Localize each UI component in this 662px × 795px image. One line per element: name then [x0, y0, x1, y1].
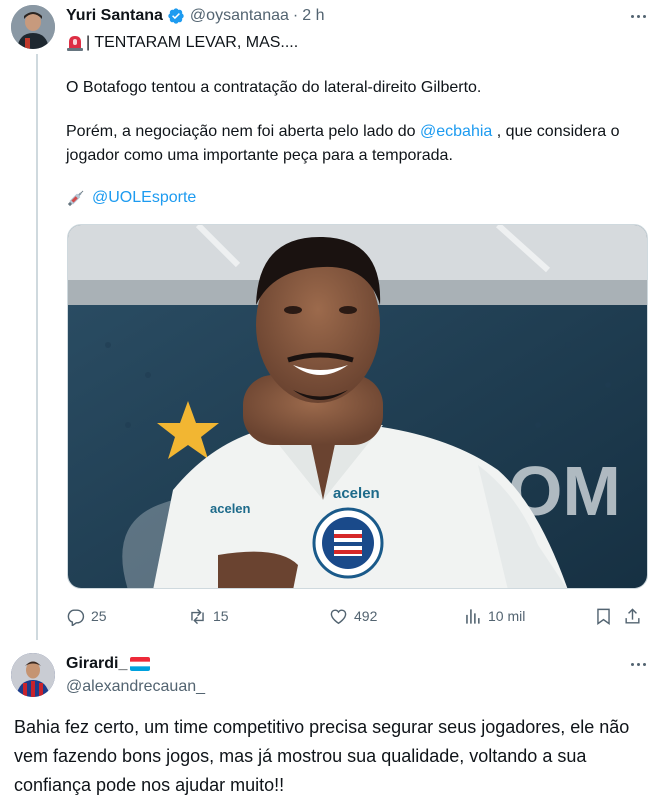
- bookmark-icon: [597, 608, 610, 625]
- player-photo: OM acelen acelen: [68, 225, 647, 588]
- svg-text:acelen: acelen: [333, 485, 380, 502]
- tweet-actions: 25 15 492 10 mil: [66, 603, 648, 629]
- retweet-button[interactable]: 15: [188, 603, 229, 629]
- author-name[interactable]: Yuri Santana: [66, 7, 163, 25]
- thread-connector-line: [36, 54, 38, 640]
- paragraph-text: Porém, a negociação nem foi aberta pelo …: [66, 123, 421, 140]
- views-chart-icon: [466, 608, 480, 624]
- reply-button[interactable]: 25: [66, 603, 107, 629]
- avatar[interactable]: [11, 5, 55, 49]
- siren-emoji-icon: [67, 36, 83, 51]
- reply-count: 25: [91, 608, 107, 624]
- view-count: 10 mil: [488, 608, 526, 624]
- mention-link[interactable]: @ecbahia: [420, 123, 492, 140]
- author-name[interactable]: Girardi_: [66, 655, 127, 673]
- reply-text: Bahia fez certo, um time competitivo pre…: [14, 717, 630, 795]
- bookmark-button[interactable]: [594, 603, 619, 629]
- tweet-paragraph: Porém, a negociação nem foi aberta pelo …: [66, 120, 656, 168]
- svg-text:acelen: acelen: [210, 501, 251, 516]
- heart-icon: [330, 608, 347, 624]
- avatar[interactable]: [11, 653, 55, 697]
- tweet-source: @UOLEsporte: [66, 186, 196, 210]
- like-button[interactable]: 492: [329, 603, 377, 629]
- timestamp[interactable]: 2 h: [302, 7, 324, 25]
- tweet-media-image[interactable]: OM acelen acelen: [67, 224, 648, 589]
- syringe-emoji-icon: [67, 190, 84, 207]
- separator-dot: ·: [292, 7, 299, 24]
- share-icon: [625, 607, 640, 624]
- mention-link[interactable]: @UOLEsporte: [92, 186, 196, 210]
- author-handle[interactable]: @alexandrecauan_: [66, 677, 205, 697]
- author-handle[interactable]: @oysantanaa: [190, 7, 289, 25]
- share-button[interactable]: [623, 603, 648, 629]
- verified-badge-icon: [168, 8, 184, 24]
- tweet-header: Yuri Santana @oysantanaa · 2 h: [66, 5, 324, 27]
- retweet-icon: [191, 608, 204, 624]
- more-options-icon[interactable]: [626, 6, 650, 26]
- like-count: 492: [354, 608, 378, 624]
- headline-text: | TENTARAM LEVAR, MAS....: [86, 34, 299, 51]
- luxembourg-flag-icon: [130, 657, 151, 671]
- views-button[interactable]: 10 mil: [463, 603, 525, 629]
- reply-author: Girardi_: [66, 654, 151, 674]
- tweet-headline: | TENTARAM LEVAR, MAS....: [66, 32, 298, 54]
- retweet-count: 15: [213, 608, 229, 624]
- reply-icon: [67, 608, 85, 626]
- tweet-paragraph: O Botafogo tentou a contratação do later…: [66, 79, 482, 96]
- tweet[interactable]: Yuri Santana @oysantanaa · 2 h | TENTARA…: [0, 0, 662, 640]
- more-options-icon[interactable]: [626, 654, 650, 674]
